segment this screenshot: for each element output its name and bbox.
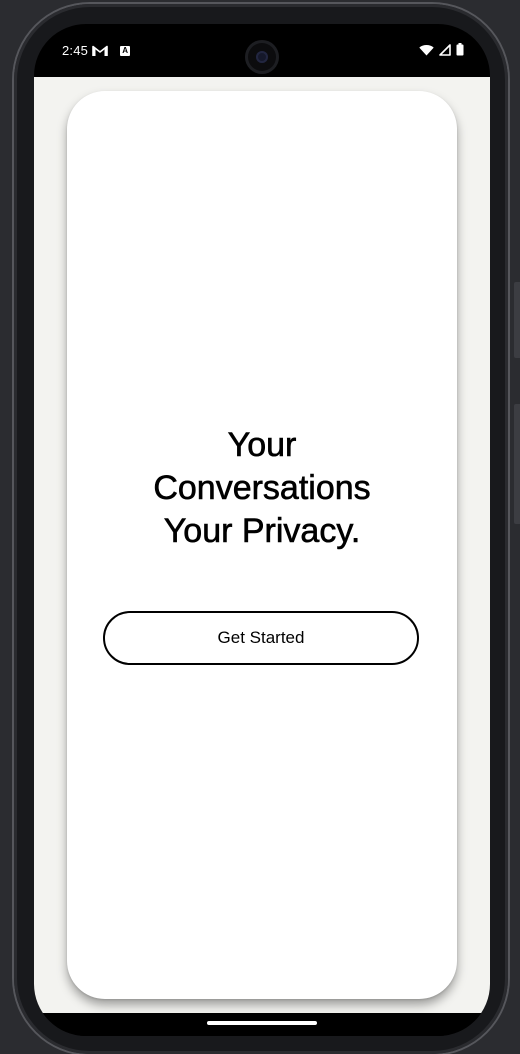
screen: 2:45 A Your Conversations Your Privacy. … [34, 24, 490, 1036]
status-bar: 2:45 A [34, 24, 490, 78]
gmail-icon [92, 45, 108, 56]
headline: Your Conversations Your Privacy. [67, 424, 457, 553]
battery-icon [456, 43, 464, 56]
wifi-icon [419, 44, 434, 55]
status-time: 2:45 [62, 43, 89, 58]
a-badge-icon: A [120, 45, 131, 56]
headline-line-1: Your [227, 426, 297, 465]
phone-frame: 2:45 A Your Conversations Your Privacy. … [14, 4, 508, 1054]
volume-button [514, 282, 520, 358]
power-button [514, 404, 520, 524]
front-camera [245, 40, 279, 74]
navigation-bar [34, 1013, 490, 1036]
get-started-button[interactable]: Get Started [103, 611, 419, 665]
home-indicator[interactable] [207, 1021, 317, 1025]
app-content: Your Conversations Your Privacy. Get Sta… [34, 77, 490, 1013]
headline-line-2: Conversations [153, 469, 371, 508]
cellular-signal-icon [439, 43, 451, 56]
camera-lens [256, 51, 268, 63]
status-left: 2:45 A [62, 43, 131, 58]
headline-line-3: Your Privacy. [163, 512, 361, 551]
onboarding-card: Your Conversations Your Privacy. Get Sta… [67, 91, 457, 999]
status-right [419, 43, 464, 56]
